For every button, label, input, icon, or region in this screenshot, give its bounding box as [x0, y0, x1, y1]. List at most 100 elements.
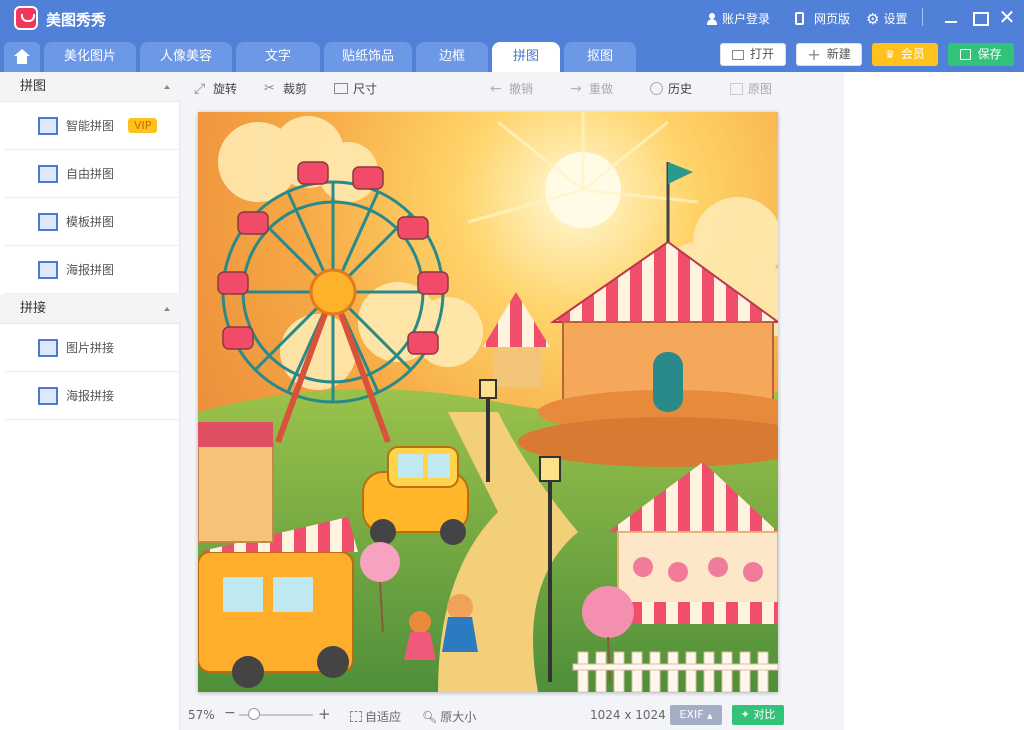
- web-version-label: 网页版: [814, 12, 851, 26]
- caret-up-icon: ▲: [707, 712, 713, 720]
- titlebar-divider: [922, 8, 923, 26]
- sidebar-item-poster-collage[interactable]: 海报拼图: [4, 246, 180, 294]
- export-icon: [960, 49, 972, 60]
- settings-label: 设置: [883, 12, 908, 26]
- section-collage-header[interactable]: 拼图: [0, 72, 180, 102]
- sidebar: 拼图 智能拼图 VIP 自由拼图 模板拼图 海报拼图 拼接 图片拼接 海报拼接: [0, 72, 180, 730]
- home-icon: [14, 49, 30, 64]
- section-title: 拼图: [20, 79, 47, 94]
- new-label: 新建: [826, 47, 851, 61]
- smart-collage-icon: [38, 116, 58, 135]
- exif-button[interactable]: EXIF ▲: [670, 705, 722, 725]
- rotate-button[interactable]: ⤢ 旋转: [194, 80, 237, 97]
- maximize-icon[interactable]: [968, 6, 990, 28]
- sidebar-item-label: 模板拼图: [66, 215, 115, 229]
- collapse-icon: [164, 85, 170, 89]
- tab-cutout[interactable]: 抠图: [564, 42, 636, 72]
- magnifier-icon: 🔍︎: [422, 709, 438, 724]
- section-stitch-header[interactable]: 拼接: [0, 294, 180, 324]
- fit-button[interactable]: 自适应: [350, 708, 401, 725]
- poster-stitch-icon: [38, 386, 58, 405]
- settings-button[interactable]: ⚙ 设置: [866, 10, 907, 27]
- close-icon[interactable]: ✕: [996, 6, 1018, 28]
- size-button[interactable]: 尺寸: [334, 80, 377, 97]
- app-logo-icon: [14, 6, 38, 30]
- tab-collage[interactable]: 拼图: [492, 42, 560, 72]
- status-bar: 57% − + 自适应 🔍︎ 原大小 1024 x 1024 EXIF ▲ ✦ …: [180, 700, 844, 730]
- tab-bar: 美化图片 人像美容 文字 贴纸饰品 边框 拼图 抠图 打开 + 新建 ♛ 会员 …: [0, 36, 1024, 72]
- zoom-out-icon[interactable]: −: [224, 705, 236, 721]
- tab-stickers[interactable]: 贴纸饰品: [324, 42, 412, 72]
- resize-icon: [334, 83, 348, 94]
- template-collage-icon: [38, 212, 58, 231]
- original-button[interactable]: 原图: [730, 80, 772, 97]
- open-label: 打开: [749, 47, 774, 61]
- redo-button[interactable]: → 重做: [570, 80, 613, 97]
- sidebar-item-label: 海报拼接: [66, 389, 115, 403]
- sidebar-item-image-stitch[interactable]: 图片拼接: [4, 324, 180, 372]
- app-title: 美图秀秀: [46, 11, 107, 29]
- image-icon: [731, 49, 744, 60]
- tab-beautify[interactable]: 美化图片: [44, 42, 136, 72]
- scissors-icon: ✂: [264, 80, 275, 96]
- sidebar-item-label: 海报拼图: [66, 263, 115, 277]
- gear-icon: ⚙: [866, 9, 880, 28]
- section-title: 拼接: [20, 301, 47, 316]
- sidebar-item-template-collage[interactable]: 模板拼图: [4, 198, 180, 246]
- crop-label: 裁剪: [283, 82, 308, 96]
- account-login-button[interactable]: 账户登录: [706, 10, 770, 27]
- phone-icon: [795, 12, 804, 25]
- tab-home[interactable]: [4, 42, 40, 72]
- image-dimensions: 1024 x 1024: [590, 708, 666, 722]
- rotate-label: 旋转: [213, 82, 238, 96]
- exif-label: EXIF: [679, 708, 704, 721]
- carnival-illustration: [198, 112, 778, 692]
- account-login-label: 账户登录: [722, 12, 771, 26]
- sidebar-item-label: 图片拼接: [66, 341, 115, 355]
- sidebar-item-smart-collage[interactable]: 智能拼图 VIP: [4, 102, 180, 150]
- history-label: 历史: [668, 82, 693, 96]
- free-collage-icon: [38, 164, 58, 183]
- vip-button[interactable]: ♛ 会员: [872, 43, 938, 66]
- sidebar-item-label: 智能拼图: [66, 119, 115, 133]
- save-button[interactable]: 保存: [948, 43, 1014, 66]
- save-label: 保存: [977, 47, 1002, 61]
- right-panel: [844, 72, 1024, 730]
- actual-size-label: 原大小: [440, 710, 477, 724]
- history-button[interactable]: 历史: [650, 80, 692, 97]
- web-version-button[interactable]: 网页版: [795, 10, 850, 27]
- zoom-level: 57%: [188, 708, 215, 722]
- compare-label: 对比: [753, 708, 776, 721]
- zoom-slider-thumb[interactable]: [248, 708, 260, 720]
- fit-icon: [350, 711, 362, 722]
- user-icon: [706, 12, 718, 25]
- sidebar-item-poster-stitch[interactable]: 海报拼接: [4, 372, 180, 420]
- fit-label: 自适应: [365, 710, 402, 724]
- vip-label: 会员: [900, 47, 925, 61]
- minimize-icon[interactable]: [940, 6, 962, 28]
- undo-button[interactable]: ← 撤销: [490, 80, 533, 97]
- vip-badge: VIP: [128, 118, 158, 133]
- title-bar: 美图秀秀 账户登录 网页版 ⚙ 设置 ✕: [0, 0, 1024, 36]
- tab-portrait[interactable]: 人像美容: [140, 42, 232, 72]
- crop-button[interactable]: ✂ 裁剪: [264, 80, 307, 97]
- sparkle-icon: ✦: [740, 708, 750, 721]
- collapse-icon: [164, 307, 170, 311]
- poster-collage-icon: [38, 260, 58, 279]
- plus-icon: +: [807, 44, 821, 64]
- tab-frame[interactable]: 边框: [416, 42, 488, 72]
- image-icon: [730, 82, 743, 95]
- zoom-in-icon[interactable]: +: [318, 705, 331, 723]
- size-label: 尺寸: [353, 82, 378, 96]
- sidebar-item-free-collage[interactable]: 自由拼图: [4, 150, 180, 198]
- redo-icon: →: [570, 80, 582, 97]
- new-button[interactable]: + 新建: [796, 43, 862, 66]
- open-button[interactable]: 打开: [720, 43, 786, 66]
- tab-text[interactable]: 文字: [236, 42, 320, 72]
- sidebar-item-label: 自由拼图: [66, 167, 115, 181]
- clock-icon: [650, 82, 663, 95]
- canvas-image[interactable]: [198, 112, 778, 692]
- actual-size-button[interactable]: 🔍︎ 原大小: [422, 708, 476, 725]
- original-label: 原图: [748, 82, 773, 96]
- compare-button[interactable]: ✦ 对比: [732, 705, 784, 725]
